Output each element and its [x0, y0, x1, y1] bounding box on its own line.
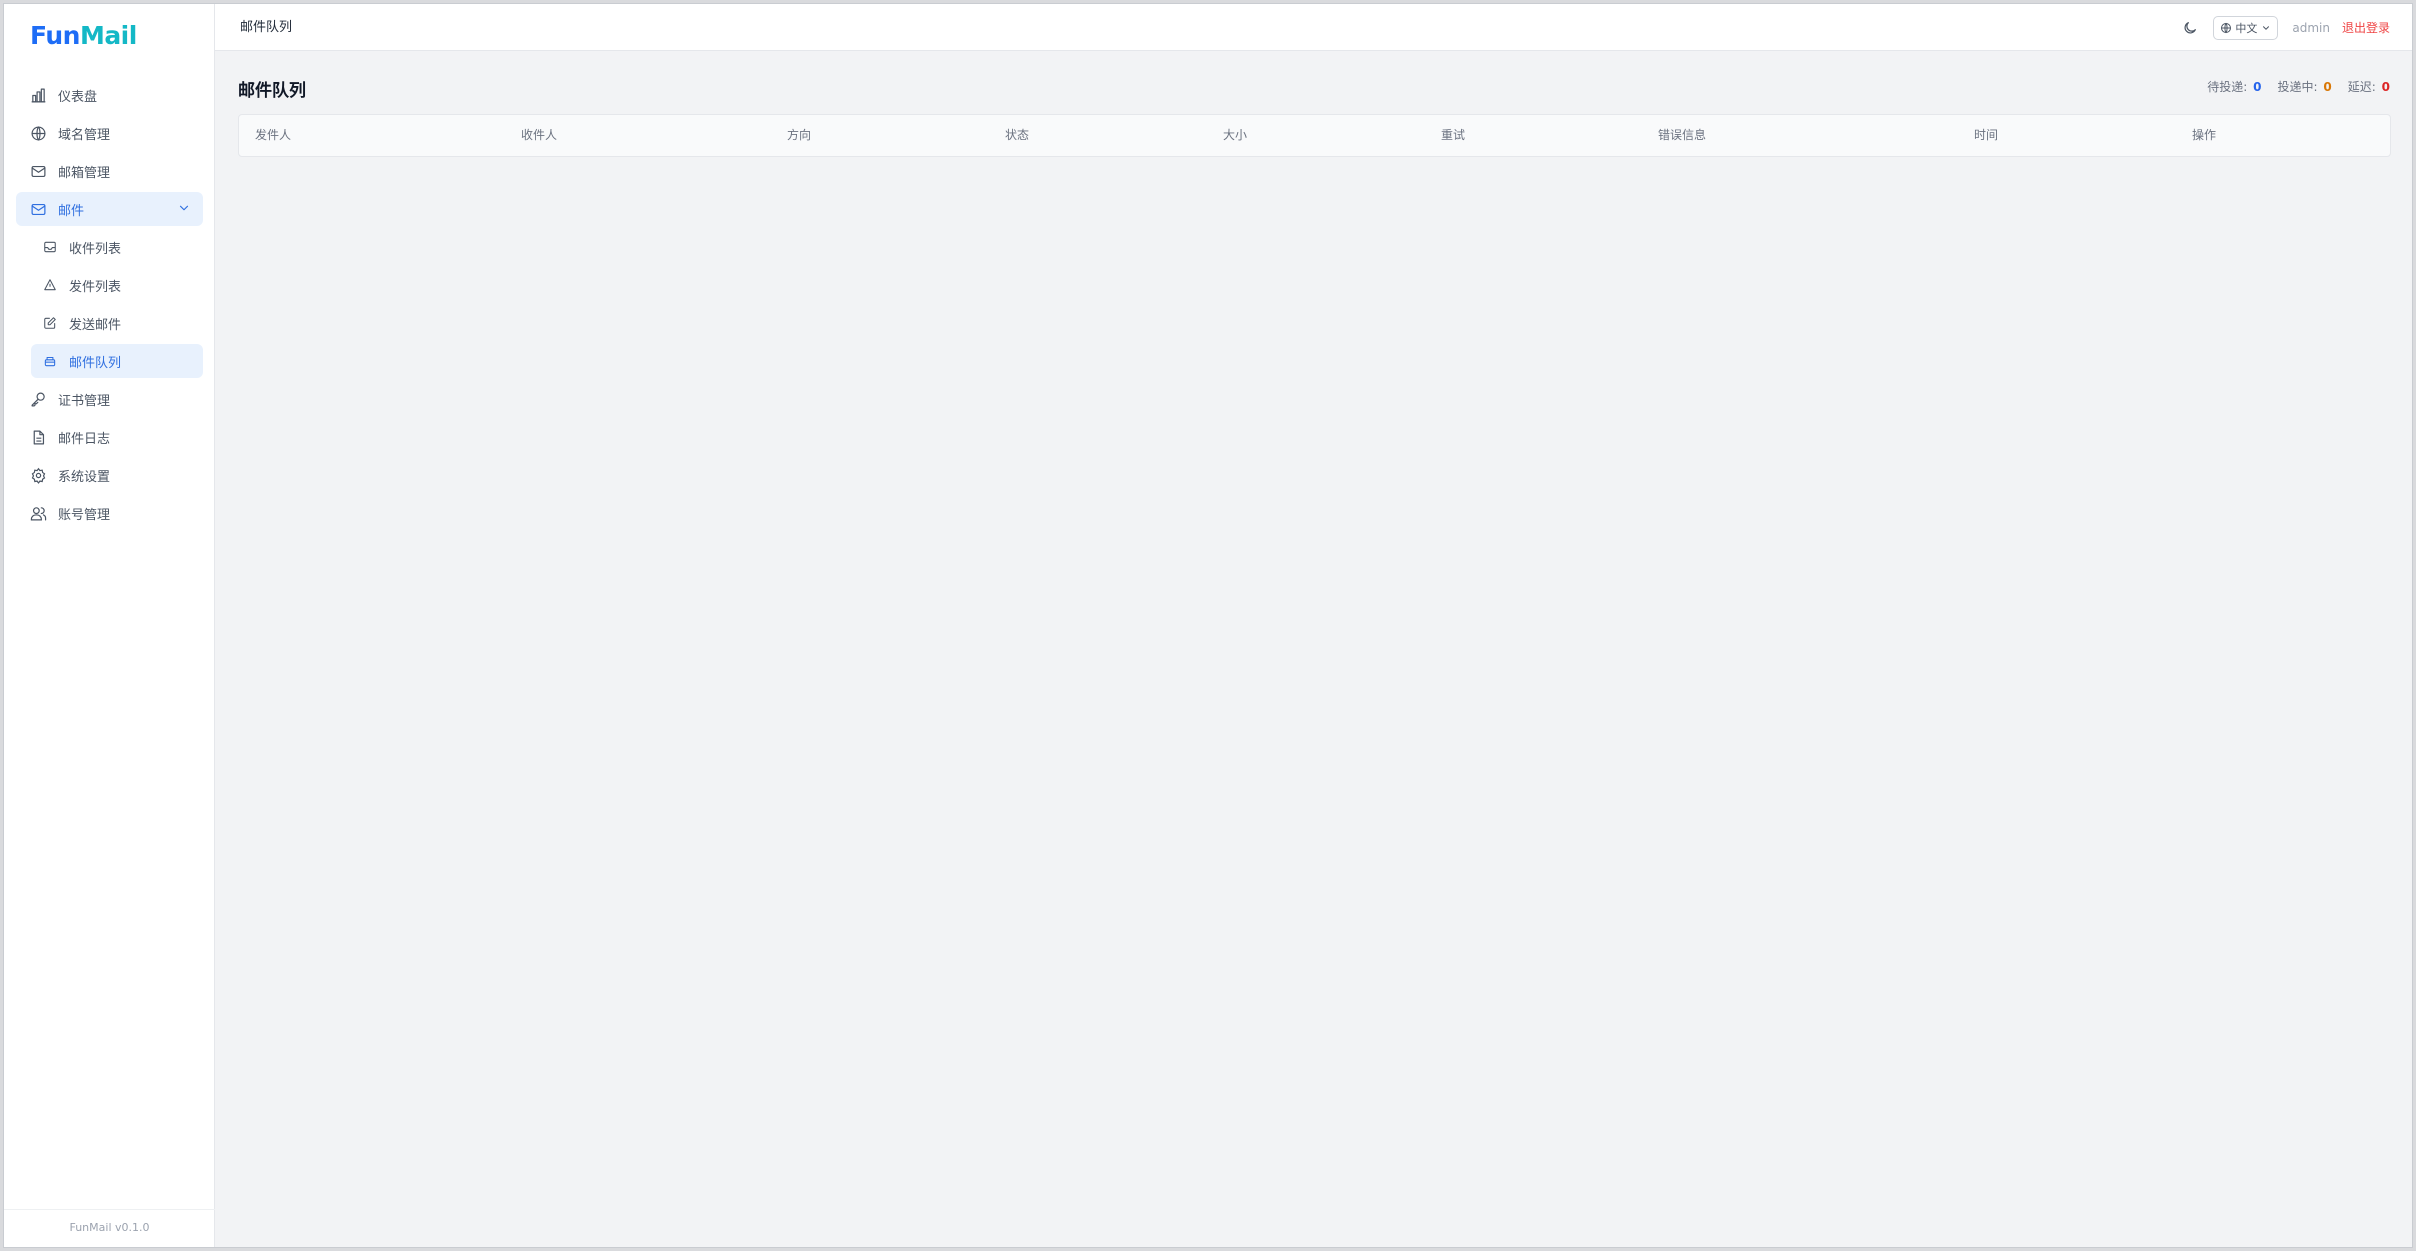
- sidebar-subitem-compose[interactable]: 发送邮件: [31, 306, 203, 340]
- column-header-direction[interactable]: 方向: [787, 115, 811, 156]
- sidebar-subitem-label: 发送邮件: [69, 317, 122, 333]
- sidebar: FunMail 仪表盘 域名管理 邮箱管理 邮件 收件列表 发件列表 发送邮件 …: [4, 4, 215, 1247]
- column-header-actions: 操作: [2192, 128, 2217, 142]
- header-actions: 中文 admin 退出登录: [2182, 4, 2390, 51]
- logo[interactable]: FunMail: [30, 18, 137, 54]
- sidebar-item-label: 邮件日志: [58, 431, 111, 447]
- stat-label: 待投递:: [2207, 80, 2248, 94]
- top-header: 邮件队列 中文 admin 退出登录: [215, 4, 2412, 51]
- language-select[interactable]: 中文: [2213, 15, 2279, 40]
- queue-table: 发件人 收件人 方向 状态 大小 重试 错误信息 时间 操作: [238, 114, 2391, 157]
- stat-label: 投递中:: [2277, 80, 2318, 94]
- sidebar-item-settings[interactable]: 系统设置: [16, 458, 203, 492]
- sidebar-item-label: 邮件: [58, 203, 85, 219]
- sidebar-subitem-label: 收件列表: [69, 241, 122, 257]
- chevron-down-icon: [2263, 25, 2270, 30]
- username: admin: [2292, 20, 2330, 35]
- sidebar-nav: 仪表盘 域名管理 邮箱管理 邮件 收件列表 发件列表 发送邮件 邮件队列 证书管…: [4, 78, 215, 534]
- mail-icon: [31, 203, 46, 215]
- sidebar-subitem-sent[interactable]: 发件列表: [31, 268, 203, 302]
- users-icon: [30, 506, 47, 520]
- edit-icon: [44, 317, 56, 329]
- stat-value: 0: [2253, 80, 2262, 94]
- sidebar-item-mail-logs[interactable]: 邮件日志: [16, 420, 203, 454]
- column-header-size[interactable]: 大小: [1223, 115, 1247, 156]
- sidebar-item-label: 域名管理: [58, 127, 111, 143]
- app-window: FunMail 仪表盘 域名管理 邮箱管理 邮件 收件列表 发件列表 发送邮件 …: [3, 3, 2413, 1248]
- gear-icon: [31, 467, 46, 484]
- file-text-icon: [33, 430, 45, 444]
- language-label: 中文: [2235, 21, 2258, 35]
- sidebar-item-label: 系统设置: [58, 469, 111, 485]
- sidebar-item-label: 账号管理: [58, 507, 111, 523]
- sidebar-item-label: 邮箱管理: [58, 165, 111, 181]
- column-header-recipient[interactable]: 收件人: [521, 115, 557, 156]
- sidebar-item-mail[interactable]: 邮件: [16, 192, 203, 226]
- moon-icon[interactable]: [2182, 20, 2198, 36]
- stat-deferred: 延迟: 0: [2348, 78, 2390, 95]
- sidebar-item-mailboxes[interactable]: 邮箱管理: [16, 154, 203, 188]
- page-title: 邮件队列: [238, 81, 306, 101]
- queue-stats: 待投递: 0 投递中: 0 延迟: 0: [2191, 78, 2390, 95]
- globe-icon: [2221, 22, 2232, 33]
- sidebar-item-label: 仪表盘: [58, 89, 98, 105]
- queue-icon: [44, 356, 56, 367]
- column-header-sender[interactable]: 发件人: [255, 115, 291, 156]
- stat-label: 延迟:: [2347, 80, 2376, 94]
- sidebar-item-label: 证书管理: [58, 393, 111, 409]
- column-header-status[interactable]: 状态: [1005, 115, 1029, 156]
- chevron-down-icon[interactable]: [177, 201, 191, 215]
- logout-link[interactable]: 退出登录: [2342, 19, 2390, 36]
- column-header-time[interactable]: 时间: [1974, 115, 1998, 156]
- send-icon: [44, 279, 56, 291]
- stat-delivering: 投递中: 0: [2278, 78, 2332, 95]
- bar-chart-icon: [31, 88, 46, 102]
- inbox-icon: [44, 241, 56, 253]
- stat-value: 0: [2323, 80, 2332, 94]
- globe-icon: [31, 125, 46, 141]
- sidebar-item-certificates[interactable]: 证书管理: [16, 382, 203, 416]
- key-icon: [31, 392, 45, 406]
- sidebar-item-domains[interactable]: 域名管理: [16, 116, 203, 150]
- stat-pending: 待投递: 0: [2207, 78, 2261, 95]
- mail-icon: [31, 165, 46, 177]
- column-header-retries[interactable]: 重试: [1441, 115, 1465, 156]
- sidebar-subitem-queue[interactable]: 邮件队列: [31, 344, 203, 378]
- sidebar-item-accounts[interactable]: 账号管理: [16, 496, 203, 530]
- sidebar-subitem-inbox[interactable]: 收件列表: [31, 230, 203, 264]
- breadcrumb: 邮件队列: [240, 20, 293, 35]
- stat-value: 0: [2381, 80, 2390, 94]
- sidebar-subitem-label: 邮件队列: [69, 355, 122, 371]
- sidebar-item-dashboard[interactable]: 仪表盘: [16, 78, 203, 112]
- version-label: FunMail v0.1.0: [4, 1209, 215, 1247]
- sidebar-subitem-label: 发件列表: [69, 279, 122, 295]
- column-header-error[interactable]: 错误信息: [1658, 115, 1706, 156]
